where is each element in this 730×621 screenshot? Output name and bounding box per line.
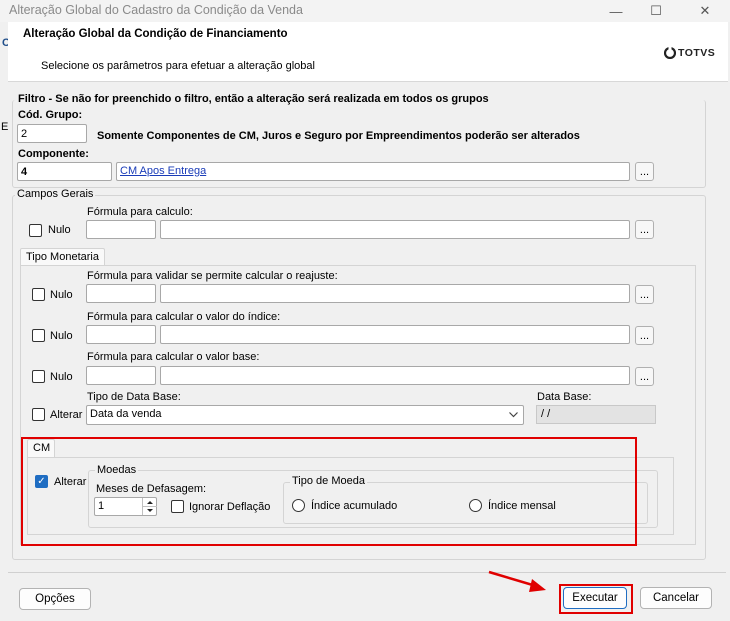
cod-grupo-input[interactable]	[17, 124, 87, 143]
valor-indice-nulo-label: Nulo	[50, 330, 73, 342]
background-letter-e: E	[1, 121, 9, 133]
data-base-value: / /	[541, 408, 551, 420]
cancelar-button[interactable]: Cancelar	[640, 587, 712, 609]
formula-calculo-desc-input[interactable]	[160, 220, 630, 239]
formula-calculo-label: Fórmula para calculo:	[87, 206, 193, 218]
componente-input[interactable]	[17, 162, 112, 181]
validar-reajuste-nulo-label: Nulo	[50, 289, 73, 301]
valor-base-code-input[interactable]	[86, 366, 156, 385]
tipo-data-base-label: Tipo de Data Base:	[87, 391, 181, 403]
data-base-field: / /	[536, 405, 656, 424]
valor-base-lookup-button[interactable]: ...	[635, 367, 654, 386]
data-base-alterar-checkbox[interactable]	[32, 408, 45, 421]
validar-reajuste-lookup-button[interactable]: ...	[635, 285, 654, 304]
footer-divider	[8, 572, 726, 573]
campos-gerais-nulo-checkbox[interactable]	[29, 224, 42, 237]
componente-description-field: CM Apos Entrega	[116, 162, 630, 181]
tipo-data-base-select[interactable]: Data da venda	[86, 405, 524, 425]
componente-description-link[interactable]: CM Apos Entrega	[120, 165, 206, 177]
opcoes-button[interactable]: Opções	[19, 588, 91, 610]
valor-base-nulo-label: Nulo	[50, 371, 73, 383]
minimize-button[interactable]: —	[594, 0, 638, 22]
maximize-button[interactable]: ☐	[634, 0, 678, 22]
filtro-notice: Somente Componentes de CM, Juros e Segur…	[97, 130, 580, 142]
totvs-logo: TOTVS	[664, 47, 715, 59]
valor-indice-label: Fórmula para calcular o valor do índice:	[87, 311, 281, 323]
tipo-data-base-value: Data da venda	[90, 408, 162, 420]
valor-base-label: Fórmula para calcular o valor base:	[87, 351, 260, 363]
valor-indice-code-input[interactable]	[86, 325, 156, 344]
validar-reajuste-label: Fórmula para validar se permite calcular…	[87, 270, 338, 282]
tab-tipo-monetaria[interactable]: Tipo Monetaria	[20, 248, 105, 265]
data-base-label: Data Base:	[537, 391, 592, 403]
close-button[interactable]: ✕	[683, 0, 727, 22]
formula-calculo-code-input[interactable]	[86, 220, 156, 239]
red-arrow-icon	[488, 570, 546, 592]
valor-base-desc-input[interactable]	[160, 366, 630, 385]
totvs-logo-icon	[664, 47, 676, 59]
header-subtitle: Selecione os parâmetros para efetuar a a…	[41, 60, 315, 72]
totvs-logo-text: TOTVS	[678, 47, 716, 59]
campos-gerais-label: Campos Gerais	[15, 188, 96, 200]
valor-indice-lookup-button[interactable]: ...	[635, 326, 654, 345]
data-base-alterar-label: Alterar	[50, 409, 83, 421]
validar-reajuste-code-input[interactable]	[86, 284, 156, 303]
window-title: Alteração Global do Cadastro da Condição…	[9, 3, 303, 17]
campos-gerais-nulo-label: Nulo	[48, 224, 71, 236]
valor-indice-nulo-checkbox[interactable]	[32, 329, 45, 342]
chevron-down-icon	[509, 412, 518, 418]
componente-lookup-button[interactable]: ...	[635, 162, 654, 181]
valor-indice-desc-input[interactable]	[160, 325, 630, 344]
validar-reajuste-nulo-checkbox[interactable]	[32, 288, 45, 301]
dialog-header: Alteração Global da Condição de Financia…	[8, 22, 728, 82]
formula-calculo-lookup-button[interactable]: ...	[635, 220, 654, 239]
executar-highlight-box	[559, 584, 633, 614]
validar-reajuste-desc-input[interactable]	[160, 284, 630, 303]
cm-highlight-box	[21, 437, 637, 546]
valor-base-nulo-checkbox[interactable]	[32, 370, 45, 383]
cod-grupo-label: Cód. Grupo:	[18, 109, 83, 121]
header-title: Alteração Global da Condição de Financia…	[23, 28, 288, 40]
componente-label: Componente:	[18, 148, 89, 160]
